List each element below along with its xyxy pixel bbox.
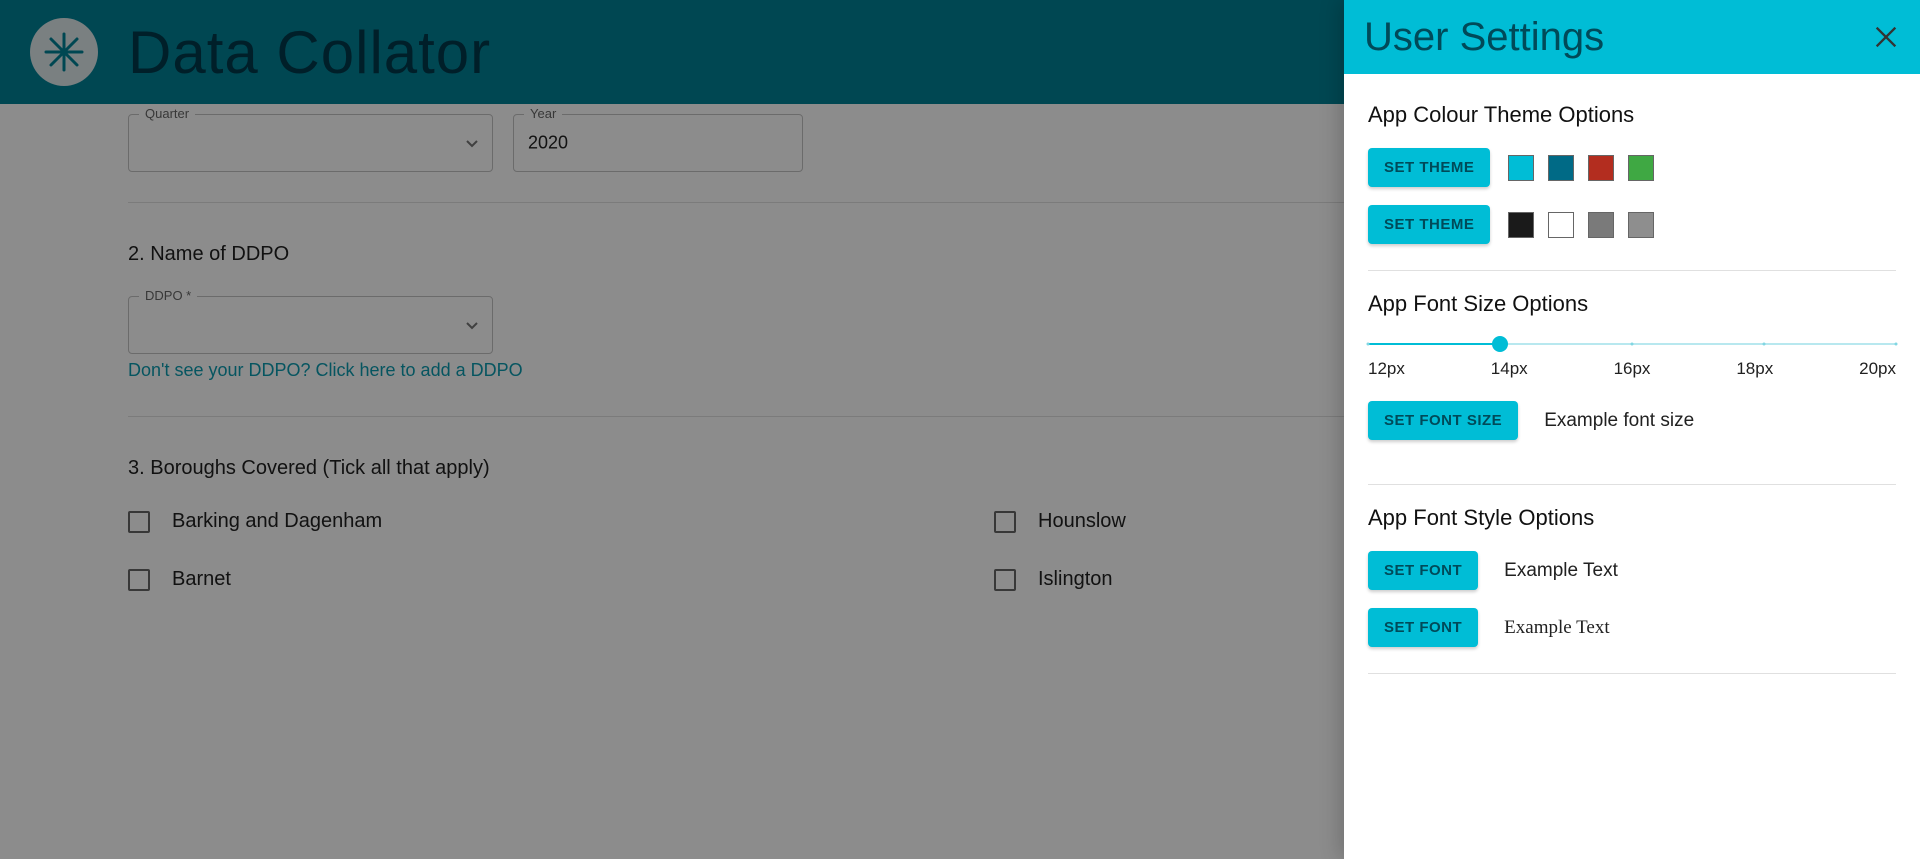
- fontsize-section: App Font Size Options 12px 14px 16px 18px 20…: [1368, 271, 1896, 485]
- slider-mark-label: 16px: [1614, 359, 1651, 379]
- slider-tick: [1763, 343, 1766, 346]
- color-swatch[interactable]: [1588, 212, 1614, 238]
- close-button[interactable]: [1872, 23, 1900, 51]
- theme-heading: App Colour Theme Options: [1368, 102, 1896, 128]
- set-theme-button-2[interactable]: SET THEME: [1368, 205, 1490, 244]
- slider-mark-label: 18px: [1736, 359, 1773, 379]
- color-swatch[interactable]: [1588, 155, 1614, 181]
- fontsize-slider[interactable]: [1368, 337, 1896, 351]
- color-swatch[interactable]: [1508, 155, 1534, 181]
- slider-tick: [1895, 343, 1898, 346]
- drawer-header: User Settings: [1344, 0, 1920, 74]
- slider-mark-label: 12px: [1368, 359, 1405, 379]
- set-font-button-1[interactable]: SET FONT: [1368, 551, 1478, 590]
- fontsize-example: Example font size: [1544, 410, 1694, 432]
- set-theme-button-1[interactable]: SET THEME: [1368, 148, 1490, 187]
- set-fontsize-button[interactable]: SET FONT SIZE: [1368, 401, 1518, 440]
- fontsize-heading: App Font Size Options: [1368, 291, 1896, 317]
- slider-tick: [1631, 343, 1634, 346]
- drawer-title: User Settings: [1364, 15, 1604, 60]
- fontstyle-example-2: Example Text: [1504, 617, 1609, 639]
- theme-section: App Colour Theme Options SET THEME SET T…: [1368, 82, 1896, 271]
- slider-mark-label: 20px: [1859, 359, 1896, 379]
- color-swatch[interactable]: [1508, 212, 1534, 238]
- color-swatch[interactable]: [1628, 155, 1654, 181]
- color-swatch[interactable]: [1548, 212, 1574, 238]
- set-font-button-2[interactable]: SET FONT: [1368, 608, 1478, 647]
- fontstyle-section: App Font Style Options SET FONT Example …: [1368, 485, 1896, 674]
- color-swatch[interactable]: [1628, 212, 1654, 238]
- slider-mark-label: 14px: [1491, 359, 1528, 379]
- color-swatch[interactable]: [1548, 155, 1574, 181]
- fontstyle-heading: App Font Style Options: [1368, 505, 1896, 531]
- close-icon: [1872, 23, 1900, 51]
- fontstyle-example-1: Example Text: [1504, 560, 1618, 582]
- settings-drawer: User Settings App Colour Theme Options S…: [1344, 0, 1920, 859]
- slider-thumb[interactable]: [1492, 336, 1508, 352]
- slider-tick: [1367, 343, 1370, 346]
